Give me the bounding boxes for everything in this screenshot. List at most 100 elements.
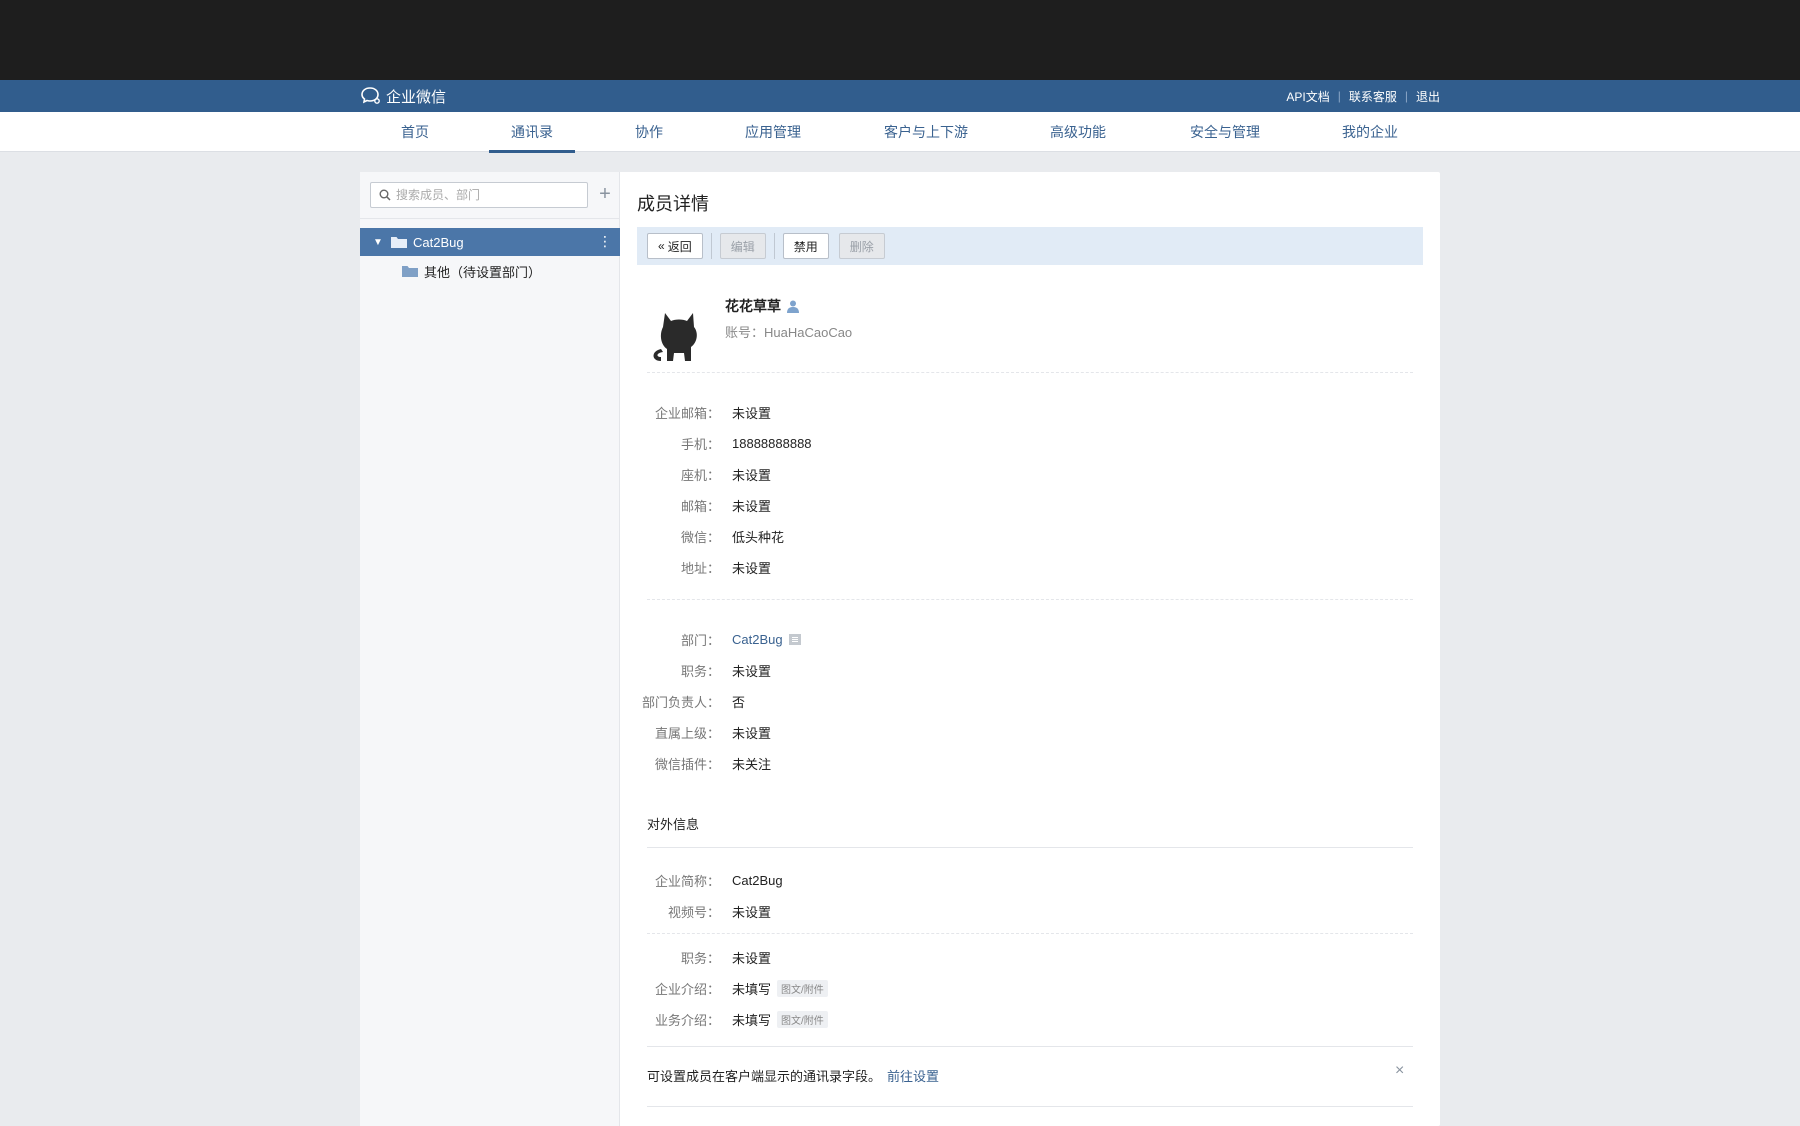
field-label: 微信插件： — [654, 756, 720, 772]
field-label: 职务： — [680, 950, 720, 966]
field-value: 未设置 — [732, 663, 772, 679]
field-value: 未关注 — [732, 756, 772, 772]
section-divider — [647, 847, 1413, 848]
action-toolbar: « 返回 编辑 禁用 删除 — [637, 227, 1423, 265]
go-settings-link[interactable]: 前往设置 — [887, 1069, 939, 1084]
field-value: 未设置 — [732, 560, 772, 576]
department-link[interactable]: Cat2Bug — [732, 632, 801, 647]
nav-security[interactable]: 安全与管理 — [1184, 112, 1266, 152]
user-icon — [787, 300, 799, 313]
field-row: 职务： 未设置 — [637, 660, 771, 680]
section-divider — [647, 933, 1413, 934]
back-button-label: 返回 — [667, 239, 692, 254]
nav-collaboration[interactable]: 协作 — [624, 112, 674, 152]
field-row: 手机： 18888888888 — [637, 433, 812, 453]
back-button[interactable]: « 返回 — [647, 233, 703, 259]
page-title: 成员详情 — [637, 194, 709, 214]
search-icon — [379, 189, 391, 201]
field-label: 邮箱： — [680, 498, 720, 514]
section-divider — [647, 1046, 1413, 1047]
field-label: 职务： — [680, 663, 720, 679]
department-detail-icon[interactable] — [788, 633, 801, 645]
settings-notice: 可设置成员在客户端显示的通讯录字段。 前往设置 — [647, 1066, 939, 1085]
link-separator: | — [1404, 89, 1408, 103]
edit-button[interactable]: 编辑 — [719, 233, 766, 259]
field-label: 视频号： — [667, 904, 720, 920]
field-value: 未设置 — [732, 725, 772, 741]
add-button[interactable]: + — [595, 182, 615, 208]
tree-item-cat2bug[interactable]: ▼ Cat2Bug ⋮ — [360, 228, 620, 256]
field-label: 座机： — [680, 467, 720, 483]
field-value: 未设置 — [732, 467, 772, 483]
api-docs-link[interactable]: API文档 — [1286, 88, 1329, 105]
disable-button[interactable]: 禁用 — [782, 233, 829, 259]
nav-my-enterprise[interactable]: 我的企业 — [1332, 112, 1408, 152]
field-value: 未设置 — [732, 904, 772, 920]
field-value: 未设置 — [732, 950, 772, 966]
field-label: 企业介绍： — [654, 981, 720, 997]
search-input[interactable] — [396, 188, 576, 202]
toolbar-separator — [710, 233, 712, 259]
nav-contacts[interactable]: 通讯录 — [489, 112, 575, 153]
brand-bar: 企业微信 API文档 | 联系客服 | 退出 — [0, 80, 1800, 112]
field-row: 职务： 未设置 — [637, 947, 771, 967]
field-label: 企业邮箱： — [654, 405, 720, 421]
delete-button[interactable]: 删除 — [838, 233, 885, 259]
field-value: Cat2Bug — [732, 872, 783, 888]
nav-customers[interactable]: 客户与上下游 — [876, 112, 976, 152]
brand-logo[interactable]: 企业微信 — [360, 80, 446, 112]
field-value: 否 — [732, 694, 746, 710]
field-row: 邮箱： 未设置 — [637, 495, 771, 515]
content-card: + ▼ Cat2Bug ⋮ 其他（待设置部门） 成员详情 « 返回 编辑 — [360, 172, 1440, 1126]
field-value: 未设置 — [732, 498, 772, 514]
brand-name: 企业微信 — [386, 88, 447, 106]
field-label: 地址： — [680, 560, 720, 576]
double-chevron-left-icon: « — [658, 239, 665, 253]
field-value: 未填写 图文/附件 — [732, 1010, 828, 1029]
department-name: Cat2Bug — [732, 631, 783, 647]
field-row: 部门负责人： 否 — [637, 691, 745, 711]
field-row: 业务介绍： 未填写 图文/附件 — [637, 1009, 828, 1029]
field-value-text: 未填写 — [732, 1012, 772, 1028]
section-divider — [647, 372, 1413, 373]
member-name-text: 花花草草 — [725, 298, 781, 314]
more-options-icon[interactable]: ⋮ — [598, 234, 612, 248]
folder-icon — [391, 236, 407, 248]
field-label: 直属上级： — [654, 725, 720, 741]
section-divider — [647, 1106, 1413, 1107]
nav-app-management[interactable]: 应用管理 — [735, 112, 811, 152]
tree-item-label: 其他（待设置部门） — [424, 264, 542, 280]
attachment-tag: 图文/附件 — [777, 1010, 828, 1028]
folder-icon — [402, 265, 418, 277]
logout-link[interactable]: 退出 — [1416, 88, 1440, 105]
expand-triangle-icon[interactable]: ▼ — [373, 237, 385, 248]
window-top-bar — [0, 0, 1800, 80]
field-row: 视频号： 未设置 — [637, 901, 771, 921]
external-info-title: 对外信息 — [647, 817, 700, 832]
sidebar-divider — [360, 218, 620, 219]
field-label: 手机： — [680, 436, 720, 452]
support-link[interactable]: 联系客服 — [1349, 88, 1397, 105]
notice-text: 可设置成员在客户端显示的通讯录字段。 — [647, 1069, 882, 1084]
field-row: 座机： 未设置 — [637, 464, 771, 484]
link-separator: | — [1337, 89, 1341, 103]
field-row: 直属上级： 未设置 — [637, 722, 771, 742]
avatar — [653, 313, 697, 361]
nav-advanced[interactable]: 高级功能 — [1040, 112, 1116, 152]
field-row: 地址： 未设置 — [637, 557, 771, 577]
search-box[interactable] — [370, 182, 588, 208]
field-row: 企业邮箱： 未设置 — [637, 402, 771, 422]
close-icon[interactable]: × — [1395, 1062, 1404, 1080]
tree-item-other[interactable]: 其他（待设置部门） — [360, 258, 620, 284]
field-row: 部门： Cat2Bug — [637, 629, 801, 649]
member-detail: 成员详情 « 返回 编辑 禁用 删除 花花草草 账号：HuaHaCaoCao 企… — [637, 172, 1427, 1126]
field-row: 微信： 低头种花 — [637, 526, 784, 546]
field-row: 企业介绍： 未填写 图文/附件 — [637, 978, 828, 998]
top-links: API文档 | 联系客服 | 退出 — [1286, 80, 1440, 112]
member-name: 花花草草 — [725, 296, 799, 316]
wecom-logo-icon — [361, 87, 380, 104]
toolbar-separator — [773, 233, 775, 259]
field-value: 18888888888 — [732, 435, 812, 451]
nav-home[interactable]: 首页 — [390, 112, 440, 152]
section-divider — [647, 599, 1413, 600]
